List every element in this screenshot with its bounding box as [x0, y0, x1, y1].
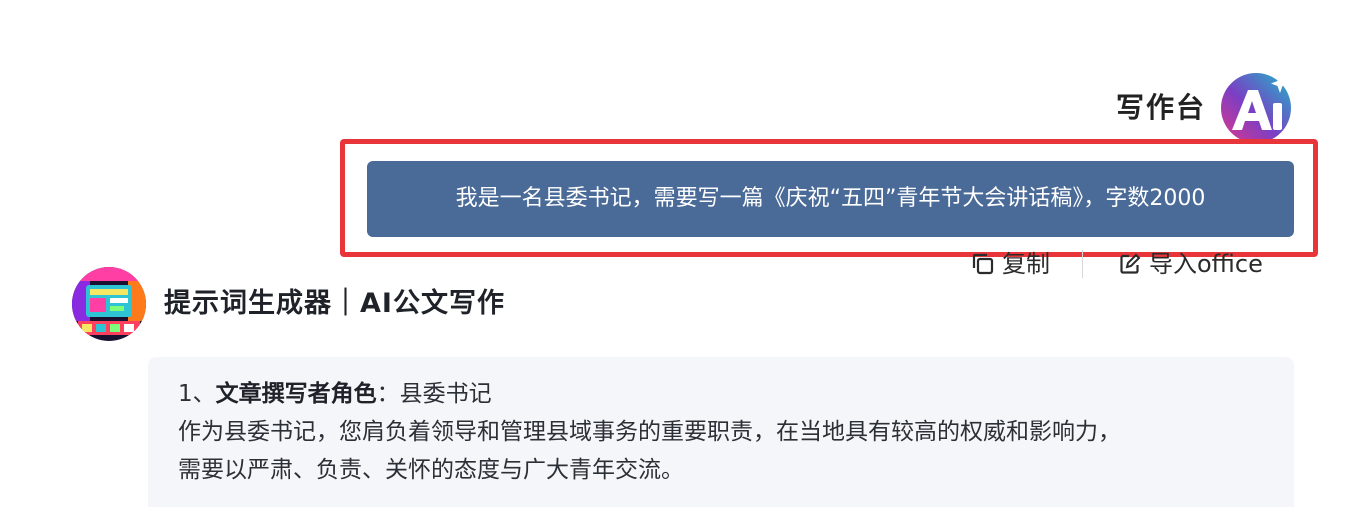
user-message-bubble: 我是一名县委书记，需要写一篇《庆祝“五四”青年节大会讲话稿》，字数2000: [367, 161, 1294, 237]
copy-label: 复制: [1002, 250, 1050, 278]
role-value: 县委书记: [399, 381, 492, 407]
role-separator: ：: [376, 381, 400, 407]
response-paragraph-1: 作为县委书记，您肩负着领导和管理县域事务的重要职责，在当地具有较高的权威和影响力…: [178, 419, 1121, 445]
bot-avatar-image: [72, 267, 146, 341]
message-actions: 复制 导入office: [970, 248, 1263, 280]
bot-name: 提示词生成器｜AI公文写作: [164, 288, 505, 319]
ai-logo-icon: [1218, 68, 1294, 144]
copy-button[interactable]: 复制: [970, 250, 1050, 278]
role-line: 1、文章撰写者角色：县委书记: [178, 375, 1264, 413]
role-index: 1、: [178, 381, 216, 407]
user-name: 写作台: [1115, 91, 1206, 124]
import-office-button[interactable]: 导入office: [1117, 250, 1263, 278]
edit-icon: [1117, 251, 1143, 277]
copy-icon: [970, 251, 996, 277]
actions-divider: [1082, 250, 1083, 278]
response-paragraph-2: 需要以严肃、负责、关怀的态度与广大青年交流。: [178, 457, 684, 483]
response-card: 1、文章撰写者角色：县委书记 作为县委书记，您肩负着领导和管理县域事务的重要职责…: [148, 357, 1294, 507]
import-office-label: 导入office: [1149, 250, 1263, 278]
chat-page: 写作台 我是一名县委书记，需要写一篇《庆祝“五四”青年节大会讲话稿》，字数200…: [0, 0, 1366, 507]
role-title: 文章撰写者角色: [215, 381, 377, 407]
